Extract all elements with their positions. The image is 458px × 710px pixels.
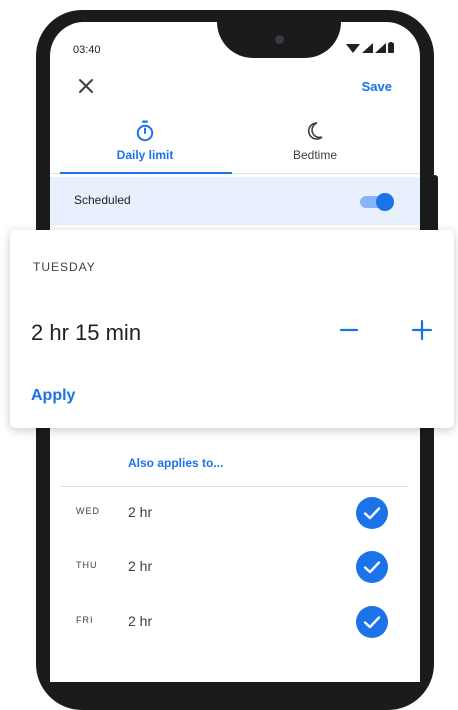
tab-label: Bedtime [292,148,338,162]
increase-button[interactable] [409,316,435,344]
signal-icon [362,43,373,53]
save-button[interactable]: Save [362,79,392,94]
apply-button[interactable]: Apply [31,387,75,405]
front-camera [275,35,284,44]
day-value: 2 hr [128,504,153,520]
duration-value: 2 hr 15 min [31,320,142,345]
day-abbr: THU [76,560,98,570]
timer-icon [136,120,154,142]
signal-icon-2 [375,43,386,53]
system-icons [346,42,394,53]
day-checkbox-thu[interactable] [356,551,388,583]
day-checkbox-fri[interactable] [356,606,388,638]
tab-label: Daily limit [116,148,174,162]
list-divider [60,486,408,487]
plus-icon [411,319,433,341]
day-row-wed[interactable]: WED 2 hr [60,493,408,533]
tab-daily-limit[interactable]: Daily limit [60,120,230,164]
check-circle-icon [356,497,388,529]
notch [217,22,341,58]
status-time: 03:40 [73,44,101,56]
close-button[interactable] [74,74,98,98]
time-limit-card: TUESDAY 2 hr 15 min Apply [10,230,454,428]
scheduled-toggle[interactable] [360,193,394,211]
day-abbr: WED [76,506,100,516]
also-applies-label: Also applies to... [128,456,224,470]
card-day-name: TUESDAY [33,260,96,274]
toggle-thumb [376,193,394,211]
close-icon [79,79,93,93]
tab-bedtime[interactable]: Bedtime [230,120,400,164]
day-row-thu[interactable]: THU 2 hr [60,547,408,587]
phone-side-button [432,175,438,235]
moon-icon [307,122,323,140]
decrease-button[interactable] [338,318,360,342]
day-checkbox-wed[interactable] [356,497,388,529]
day-value: 2 hr [128,613,153,629]
day-value: 2 hr [128,558,153,574]
day-row-fri[interactable]: FRI 2 hr [60,602,408,642]
check-circle-icon [356,606,388,638]
tab-indicator [60,172,232,174]
scheduled-row: Scheduled [50,177,420,225]
check-circle-icon [356,551,388,583]
day-abbr: FRI [76,615,94,625]
minus-icon [339,328,359,332]
battery-icon [388,42,394,53]
scheduled-label: Scheduled [74,193,131,207]
wifi-icon [346,44,360,53]
